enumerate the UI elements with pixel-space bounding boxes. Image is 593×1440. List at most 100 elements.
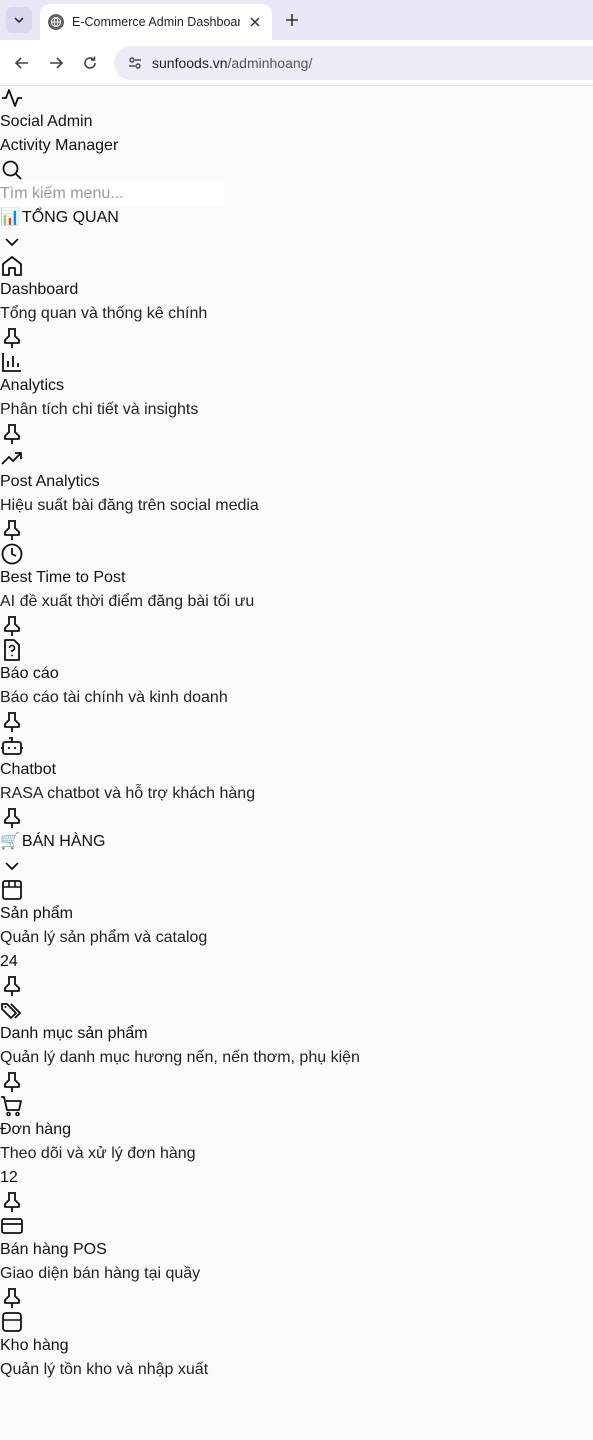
tab-search-menu-button[interactable]: [6, 7, 32, 33]
browser-toolbar: sunfoods.vn/adminhoang/: [0, 40, 593, 86]
url-path: /adminhoang/: [227, 54, 313, 71]
products-count-badge: 24: [0, 953, 18, 970]
credit-card-icon: [0, 1214, 24, 1238]
arrow-left-icon: [14, 56, 28, 69]
menu-item-best-time-desc: AI đề xuất thời điểm đăng bài tối ưu: [0, 593, 255, 610]
home-icon: [0, 254, 24, 278]
menu-item-dashboard-desc: Tổng quan và thống kê chính: [0, 305, 208, 322]
package-icon: [0, 878, 24, 902]
warehouse-box-icon: [0, 1310, 24, 1334]
menu-item-orders[interactable]: Đơn hàng: [0, 1118, 593, 1142]
menu-item-pos-icon-row[interactable]: [0, 1214, 593, 1238]
menu-item-reports-desc: Báo cáo tài chính và kinh doanh: [0, 689, 228, 706]
menu-item-dashboard[interactable]: Dashboard: [0, 278, 593, 302]
pin-icon: [0, 326, 24, 350]
menu-item-categories-desc: Quản lý danh mục hương nến, nến thơm, ph…: [0, 1049, 360, 1066]
menu-item-best-time[interactable]: Best Time to Post: [0, 566, 593, 590]
cart-emoji-icon: 🛒: [0, 833, 20, 850]
bot-icon: [0, 734, 24, 758]
search-input[interactable]: [0, 182, 224, 206]
pin-best-time-button[interactable]: [0, 614, 593, 638]
menu-item-warehouse-desc: Quản lý tồn kho và nhập xuất: [0, 1361, 209, 1378]
menu-item-orders-desc: Theo dõi và xử lý đơn hàng: [0, 1145, 196, 1162]
menu-item-pos[interactable]: Bán hàng POS: [0, 1238, 593, 1262]
new-tab-button[interactable]: [282, 10, 302, 30]
site-settings-icon[interactable]: [124, 52, 146, 74]
menu-item-reports-icon-row[interactable]: [0, 638, 593, 662]
menu-item-pos-desc: Giao diện bán hàng tại quầy: [0, 1265, 201, 1282]
pin-pos-button[interactable]: [0, 1286, 593, 1310]
pin-icon: [0, 1070, 24, 1094]
pin-icon: [0, 614, 24, 638]
menu-item-warehouse-icon-row[interactable]: [0, 1310, 593, 1334]
pin-categories-button[interactable]: [0, 1070, 593, 1094]
chevron-down-icon: [0, 230, 24, 254]
section-sales-toggle[interactable]: [0, 854, 593, 878]
pin-products-button[interactable]: [0, 974, 593, 998]
pin-icon: [0, 518, 24, 542]
globe-icon: [48, 14, 64, 30]
section-overview-header[interactable]: 📊 TỔNG QUAN: [0, 206, 593, 230]
menu-item-analytics-desc: Phân tích chi tiết và insights: [0, 401, 199, 418]
menu-item-categories[interactable]: Danh mục sản phẩm: [0, 1022, 593, 1046]
menu-item-reports[interactable]: Báo cáo: [0, 662, 593, 686]
menu-item-orders-icon-row[interactable]: [0, 1094, 593, 1118]
section-sales-header[interactable]: 🛒 BÁN HÀNG: [0, 830, 593, 854]
search-row: [0, 182, 593, 206]
menu-item-warehouse[interactable]: Kho hàng: [0, 1334, 593, 1358]
pin-chatbot-button[interactable]: [0, 806, 593, 830]
file-question-icon: [0, 638, 24, 662]
menu-item-chatbot-desc: RASA chatbot và hỗ trợ khách hàng: [0, 785, 256, 802]
pin-icon: [0, 422, 24, 446]
pin-analytics-button[interactable]: [0, 422, 593, 446]
reload-icon: [84, 56, 96, 69]
cart-icon: [0, 1094, 24, 1118]
menu-item-categories-icon-row[interactable]: [0, 998, 593, 1022]
section-overview-toggle[interactable]: [0, 230, 593, 254]
pin-icon: [0, 710, 24, 734]
menu-item-products-desc: Quản lý sản phẩm và catalog: [0, 929, 208, 946]
bar-chart-icon: [0, 350, 24, 374]
logo: [0, 86, 593, 110]
brand-subtitle: Activity Manager: [0, 137, 119, 154]
menu-item-analytics[interactable]: Analytics: [0, 374, 593, 398]
menu-item-chatbot[interactable]: Chatbot: [0, 758, 593, 782]
section-overview-label: TỔNG QUAN: [21, 209, 119, 226]
plus-icon: [286, 14, 298, 26]
menu-item-products-icon-row[interactable]: [0, 878, 593, 902]
clock-icon: [0, 542, 24, 566]
pin-icon: [0, 1286, 24, 1310]
pin-post-analytics-button[interactable]: [0, 518, 593, 542]
url-text: sunfoods.vn/adminhoang/: [152, 55, 312, 71]
forward-button[interactable]: [44, 51, 68, 75]
pin-dashboard-button[interactable]: [0, 326, 593, 350]
chevron-down-icon: [0, 854, 24, 878]
pin-reports-button[interactable]: [0, 710, 593, 734]
reload-button[interactable]: [78, 51, 102, 75]
menu-item-post-analytics-icon-row[interactable]: [0, 446, 593, 470]
activity-icon: [0, 86, 24, 110]
menu-item-post-analytics-desc: Hiệu suất bài đăng trên social media: [0, 497, 259, 514]
menu-item-analytics-icon-row[interactable]: [0, 350, 593, 374]
menu-item-products[interactable]: Sản phẩm: [0, 902, 593, 926]
browser-tabstrip: E-Commerce Admin Dashboard: [0, 0, 593, 40]
pin-icon: [0, 974, 24, 998]
orders-count-badge: 12: [0, 1169, 18, 1186]
pin-icon: [0, 1190, 24, 1214]
chevron-down-icon: [14, 17, 24, 24]
menu-item-best-time-icon-row[interactable]: [0, 542, 593, 566]
menu-item-chatbot-icon-row[interactable]: [0, 734, 593, 758]
close-icon[interactable]: [246, 13, 264, 31]
pin-orders-button[interactable]: [0, 1190, 593, 1214]
section-sales-label: BÁN HÀNG: [21, 833, 106, 850]
address-bar[interactable]: sunfoods.vn/adminhoang/: [114, 45, 593, 80]
menu-item-post-analytics[interactable]: Post Analytics: [0, 470, 593, 494]
pin-icon: [0, 806, 24, 830]
browser-tab-active[interactable]: E-Commerce Admin Dashboard: [40, 4, 272, 40]
search-icon: [0, 158, 24, 182]
tab-title: E-Commerce Admin Dashboard: [72, 15, 240, 29]
url-host: sunfoods.vn: [152, 54, 228, 71]
trending-up-icon: [0, 446, 24, 470]
back-button[interactable]: [10, 51, 34, 75]
menu-item-dashboard-icon-row[interactable]: [0, 254, 593, 278]
